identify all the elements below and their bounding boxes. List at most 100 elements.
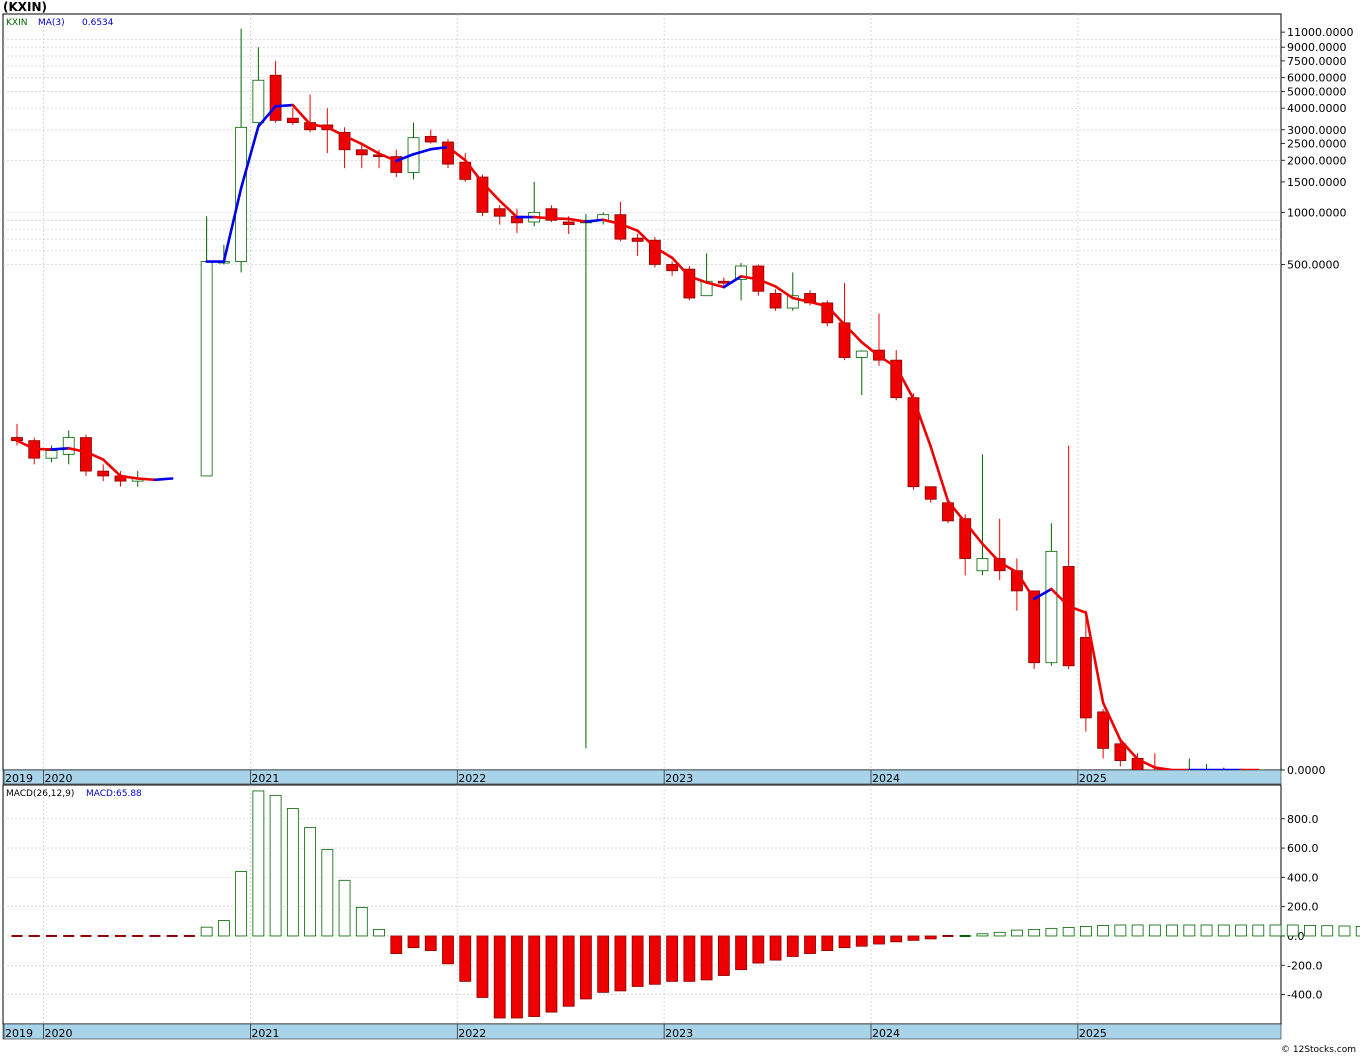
candle-body [62,437,75,455]
price-legend-ma-label: MA(3) [38,18,65,28]
price-y-tick-label: 5000.0000 [1287,85,1347,98]
price-y-tick-label: 500.0000 [1287,258,1340,271]
price-y-tick-label: 1000.0000 [1287,206,1347,219]
macd-bar [252,790,265,937]
macd-bar [545,935,558,1013]
macd-bar [355,907,368,937]
ma3-segment [532,215,553,220]
candle-body [959,518,972,559]
macd-bar [873,935,885,945]
candle-body [924,486,937,500]
price-x-tick-label: 2025 [1079,772,1107,785]
macd-bar [390,935,403,954]
macd-bar [424,935,437,952]
candle-body [45,450,58,459]
macd-bar [786,935,799,957]
macd-bar [235,871,248,937]
macd-bar [1062,927,1075,937]
price-y-tick-label: 6000.0000 [1287,72,1347,85]
macd-panel-frame [2,784,1282,1025]
candle-body [1028,590,1041,664]
macd-bar [648,935,661,985]
macd-x-tick-label: 2023 [665,1027,693,1040]
candle-body [666,264,679,272]
price-x-tick-label: 2024 [872,772,900,785]
macd-y-tick-label: 600.0 [1287,842,1319,855]
macd-legend-value: MACD:65.88 [86,789,142,799]
candle-body [355,149,368,156]
candle-body [97,470,110,477]
macd-bar [1235,924,1247,937]
candle-body [1097,711,1110,749]
macd-bar [200,926,213,937]
candle-body [235,126,248,262]
price-y-tick-label: 1500.0000 [1287,176,1347,189]
candle-body [286,117,299,124]
ma3-segment [50,447,71,451]
price-y-tick-label: 0.0000 [1287,764,1326,777]
candle-body [855,350,868,358]
macd-y-tick-label: 200.0 [1287,901,1319,914]
chart-canvas: 2019 2019 2020 2020 2021 2021 2022 2022 2023 2023… [2,13,1360,1040]
price-legend-symbol: KXIN [6,18,27,28]
macd-bar [1269,924,1282,937]
macd-bar [597,935,610,993]
macd-bar [1355,926,1360,937]
candle-body [442,141,454,165]
macd-bar [476,935,489,998]
ma3-segment [550,217,570,221]
macd-bar [1183,924,1196,937]
price-x-tick-label: 2023 [665,772,693,785]
macd-bar [1131,924,1144,937]
macd-bar [1011,929,1023,937]
macd-x-tick-label: 2025 [1079,1027,1107,1040]
ma3-segment [274,103,295,108]
price-y-tick-label: 2500.0000 [1287,137,1347,150]
macd-x-tick-label: 2019 [5,1027,33,1040]
macd-bar [924,935,937,940]
macd-x-tick-label: 2024 [872,1027,900,1040]
macd-y-tick-label: 400.0 [1287,871,1319,884]
price-x-tick-label: 2019 [5,772,33,785]
candle-body [424,135,437,143]
macd-bar [1028,928,1041,937]
macd-bar [1217,924,1230,937]
ma3-segment [136,477,157,482]
macd-bar [321,849,334,937]
price-y-tick-label: 7500.0000 [1287,55,1347,68]
macd-x-tick-label: 2022 [458,1027,486,1040]
macd-bar [459,935,472,982]
macd-bar [304,827,316,937]
macd-x-tick-label: 2020 [44,1027,72,1040]
candle-body [252,79,265,124]
macd-bar [1321,925,1334,937]
macd-bar [1097,925,1110,937]
macd-bar [993,931,1006,937]
candle-body [1045,550,1058,664]
macd-bar [838,935,851,949]
macd-bar [442,935,454,965]
macd-bar [821,935,834,952]
macd-bar [1045,927,1058,937]
price-x-tick-label: 2021 [251,772,279,785]
macd-bar [1148,924,1161,937]
macd-x-tick-label: 2021 [251,1027,279,1040]
footer-credit: © 12Stocks.com [1281,1045,1356,1055]
price-y-tick-label: 9000.0000 [1287,41,1347,54]
macd-bar [717,935,730,976]
candle-body [200,261,213,477]
candle-body [717,280,730,284]
candle-body [631,237,644,242]
macd-bar [493,935,506,1019]
macd-bar [269,794,282,937]
macd-bar [511,935,523,1019]
candle-body [614,214,627,240]
ma3-segment [153,477,174,482]
candle-body [1079,637,1092,719]
candle-body [493,208,506,217]
price-y-tick-label: 3000.0000 [1287,124,1347,137]
price-y-tick-label: 11000.0000 [1287,26,1353,39]
macd-bar [1200,924,1213,937]
macd-bar [700,935,713,981]
macd-bar [1338,925,1351,937]
